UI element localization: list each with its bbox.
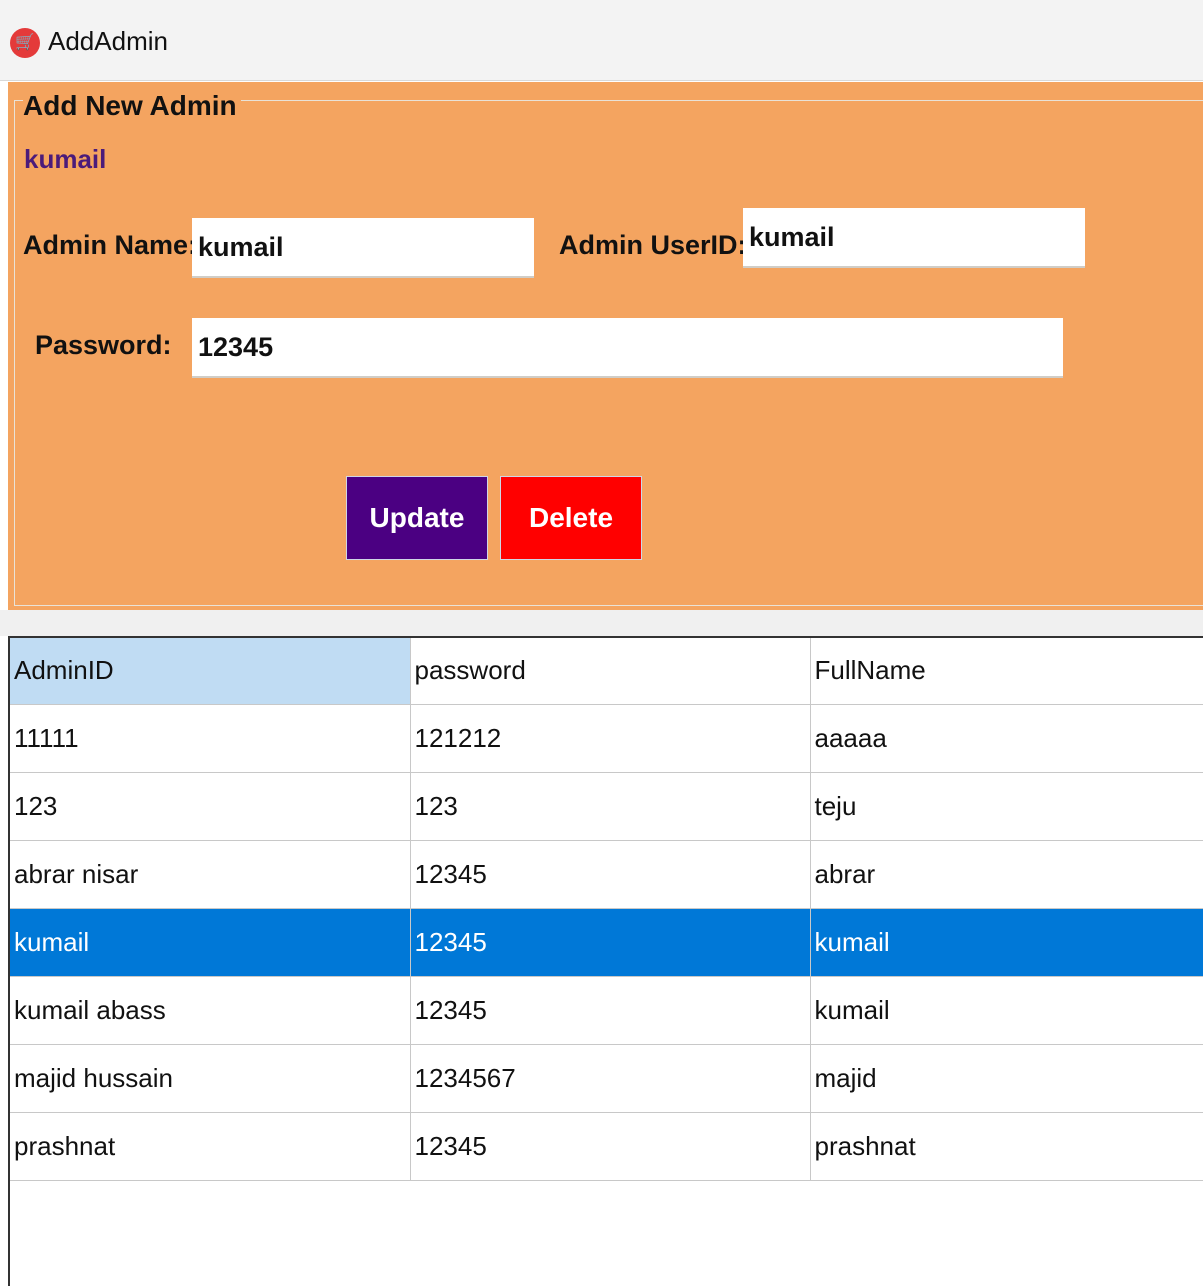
table-row[interactable]: majid hussain 1234567 majid: [10, 1044, 1203, 1113]
password-label: Password:: [35, 330, 172, 360]
cell-adminid[interactable]: kumail: [10, 908, 411, 977]
cell-password[interactable]: 1234567: [410, 1044, 811, 1113]
cell-adminid[interactable]: abrar nisar: [10, 840, 411, 909]
table-row[interactable]: prashnat 12345 prashnat: [10, 1112, 1203, 1181]
cell-password[interactable]: 121212: [410, 704, 811, 773]
cell-adminid[interactable]: majid hussain: [10, 1044, 411, 1113]
table-row[interactable]: kumail abass 12345 kumail: [10, 976, 1203, 1045]
cell-fullname[interactable]: prashnat: [810, 1112, 1203, 1181]
cell-password[interactable]: 12345: [410, 976, 811, 1045]
table-row[interactable]: 123 123 teju: [10, 772, 1203, 841]
cell-adminid[interactable]: kumail abass: [10, 976, 411, 1045]
cell-password[interactable]: 12345: [410, 908, 811, 977]
cell-fullname[interactable]: teju: [810, 772, 1203, 841]
cell-fullname[interactable]: abrar: [810, 840, 1203, 909]
cell-password[interactable]: 123: [410, 772, 811, 841]
group-title: Add New Admin: [23, 90, 241, 122]
current-user-label: kumail: [24, 144, 107, 174]
table-header-row: AdminID password FullName: [10, 638, 1203, 705]
title-bar: 🛒 AddAdmin: [0, 0, 1203, 81]
password-input[interactable]: [192, 318, 1063, 378]
admin-name-input[interactable]: [192, 218, 534, 278]
update-button[interactable]: Update: [346, 476, 488, 560]
cell-fullname[interactable]: majid: [810, 1044, 1203, 1113]
cell-password[interactable]: 12345: [410, 840, 811, 909]
cell-fullname[interactable]: aaaaa: [810, 704, 1203, 773]
table-row-selected[interactable]: kumail 12345 kumail: [10, 908, 1203, 977]
table-row[interactable]: 11111 121212 aaaaa: [10, 704, 1203, 773]
cell-password[interactable]: 12345: [410, 1112, 811, 1181]
cell-adminid[interactable]: prashnat: [10, 1112, 411, 1181]
splitter[interactable]: [0, 610, 1203, 636]
shopping-cart-icon: 🛒: [10, 28, 40, 58]
delete-button[interactable]: Delete: [500, 476, 642, 560]
table-row[interactable]: abrar nisar 12345 abrar: [10, 840, 1203, 909]
window-title: AddAdmin: [48, 26, 168, 56]
admin-data-grid[interactable]: AdminID password FullName 11111 121212 a…: [8, 636, 1203, 1286]
column-header-adminid[interactable]: AdminID: [10, 638, 411, 705]
column-header-password[interactable]: password: [410, 638, 811, 705]
cell-adminid[interactable]: 11111: [10, 704, 411, 773]
add-admin-panel: Add New Admin kumail Admin Name: Admin U…: [8, 82, 1203, 610]
admin-name-label: Admin Name:: [23, 230, 198, 260]
admin-table: AdminID password FullName 11111 121212 a…: [10, 638, 1203, 1181]
column-header-fullname[interactable]: FullName: [810, 638, 1203, 705]
cell-adminid[interactable]: 123: [10, 772, 411, 841]
cell-fullname[interactable]: kumail: [810, 908, 1203, 977]
admin-userid-label: Admin UserID:: [559, 230, 747, 260]
admin-userid-input[interactable]: [743, 208, 1085, 268]
cell-fullname[interactable]: kumail: [810, 976, 1203, 1045]
